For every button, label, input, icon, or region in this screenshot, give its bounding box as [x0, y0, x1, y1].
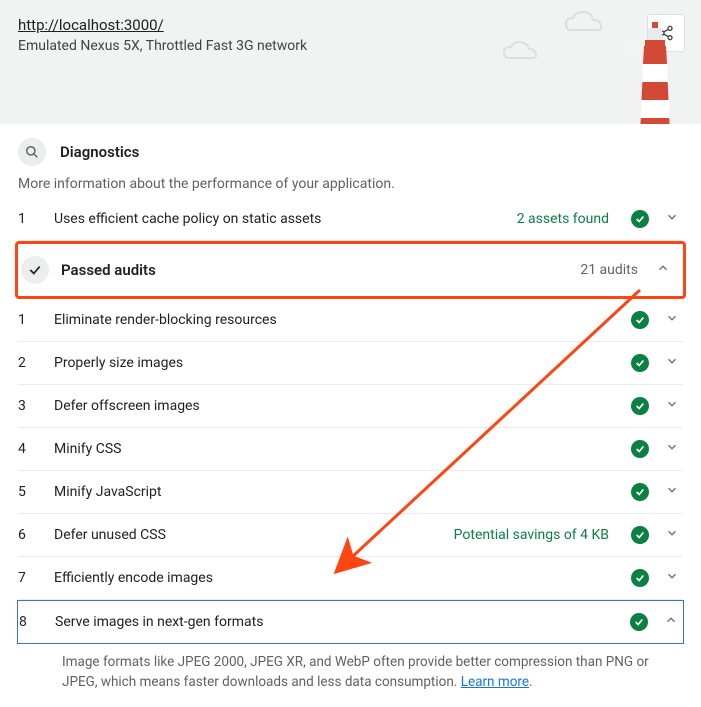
diagnostics-subtitle: More information about the performance o… — [18, 172, 683, 198]
chevron-down-icon[interactable] — [665, 440, 683, 458]
audit-number: 3 — [18, 398, 38, 414]
pass-icon — [631, 311, 649, 329]
audit-title: Minify JavaScript — [54, 484, 615, 500]
cloud-icon — [561, 10, 621, 36]
lighthouse-icon — [625, 20, 685, 124]
pass-icon — [631, 354, 649, 372]
audit-title: Defer offscreen images — [54, 398, 615, 414]
pass-icon — [631, 569, 649, 587]
audit-number: 1 — [18, 211, 38, 227]
audit-aux: 2 assets found — [517, 211, 609, 227]
report-header: http://localhost:3000/ Emulated Nexus 5X… — [0, 0, 701, 124]
pass-icon — [631, 210, 649, 228]
chevron-up-icon[interactable] — [656, 261, 674, 279]
audit-title: Serve images in next-gen formats — [55, 614, 614, 630]
audit-row[interactable]: 2 Properly size images — [18, 342, 683, 385]
chevron-down-icon[interactable] — [665, 210, 683, 228]
pass-icon — [630, 613, 648, 631]
tested-url[interactable]: http://localhost:3000/ — [18, 16, 164, 34]
audit-aux: Potential savings of 4 KB — [454, 527, 609, 543]
chevron-down-icon[interactable] — [665, 526, 683, 544]
diagnostics-title: Diagnostics — [60, 143, 139, 161]
pass-icon — [631, 397, 649, 415]
audit-number: 8 — [19, 614, 39, 630]
annotation-highlight: 8 Serve images in next-gen formats — [17, 600, 684, 644]
audit-title: Efficiently encode images — [54, 570, 615, 586]
audit-row[interactable]: 1 Uses efficient cache policy on static … — [18, 198, 683, 241]
passed-audits-title: Passed audits — [61, 261, 568, 279]
audit-title: Uses efficient cache policy on static as… — [54, 211, 501, 227]
audit-row[interactable]: 3 Defer offscreen images — [18, 385, 683, 428]
audit-number: 6 — [18, 527, 38, 543]
audit-title: Minify CSS — [54, 441, 615, 457]
chevron-down-icon[interactable] — [665, 354, 683, 372]
audit-row[interactable]: 6 Defer unused CSS Potential savings of … — [18, 514, 683, 557]
audit-row[interactable]: 4 Minify CSS — [18, 428, 683, 471]
chevron-down-icon[interactable] — [665, 483, 683, 501]
audit-title: Properly size images — [54, 355, 615, 371]
passed-audits-header[interactable]: Passed audits 21 audits — [21, 244, 680, 296]
passed-audits-count: 21 audits — [580, 262, 638, 278]
audit-number: 7 — [18, 570, 38, 586]
audit-row[interactable]: 1 Eliminate render-blocking resources — [18, 299, 683, 342]
pass-icon — [631, 483, 649, 501]
audit-row[interactable]: 7 Efficiently encode images — [18, 557, 683, 600]
audit-row[interactable]: 5 Minify JavaScript — [18, 471, 683, 514]
audit-detail: Image formats like JPEG 2000, JPEG XR, a… — [18, 644, 683, 707]
env-subtitle: Emulated Nexus 5X, Throttled Fast 3G net… — [18, 38, 683, 54]
cloud-icon — [501, 40, 551, 62]
annotation-highlight: Passed audits 21 audits — [15, 241, 686, 299]
audit-number: 5 — [18, 484, 38, 500]
pass-icon — [631, 526, 649, 544]
chevron-down-icon[interactable] — [665, 397, 683, 415]
check-icon — [21, 256, 49, 284]
audit-number: 1 — [18, 312, 38, 328]
diagnostics-header: Diagnostics — [18, 124, 683, 172]
audit-number: 4 — [18, 441, 38, 457]
audit-title: Eliminate render-blocking resources — [54, 312, 615, 328]
audit-row[interactable]: 8 Serve images in next-gen formats — [19, 601, 682, 643]
chevron-down-icon[interactable] — [665, 569, 683, 587]
chevron-up-icon[interactable] — [664, 613, 682, 631]
audit-number: 2 — [18, 355, 38, 371]
audit-detail-text: Image formats like JPEG 2000, JPEG XR, a… — [62, 654, 649, 690]
pass-icon — [631, 440, 649, 458]
search-icon — [18, 138, 46, 166]
chevron-down-icon[interactable] — [665, 311, 683, 329]
audit-title: Defer unused CSS — [54, 527, 438, 543]
learn-more-link[interactable]: Learn more — [461, 674, 529, 690]
